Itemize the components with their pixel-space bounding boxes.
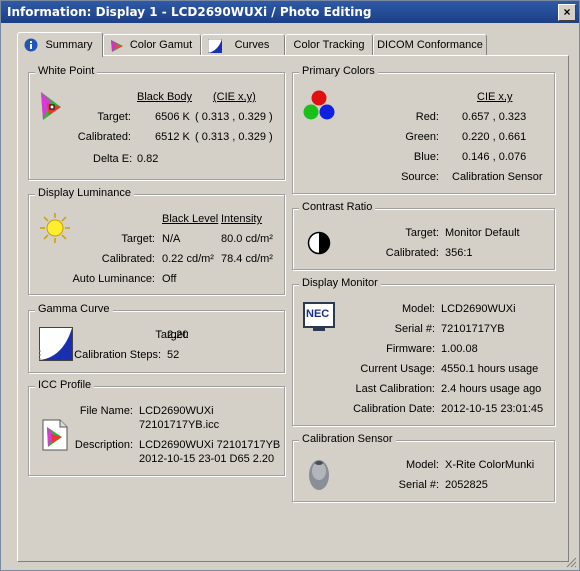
icc-file-name-line2: 72101717YB.icc	[139, 419, 220, 431]
tab-color-tracking-label: Color Tracking	[293, 39, 365, 51]
close-button[interactable]: ×	[558, 4, 576, 21]
auto-luminance-value: Off	[162, 273, 177, 285]
tab-color-gamut-label: Color Gamut	[129, 39, 193, 51]
contrast-target-value: Monitor Default	[445, 227, 520, 239]
tab-dicom-conformance[interactable]: DICOM Conformance	[373, 34, 487, 56]
primary-red-value: 0.657 , 0.323	[462, 111, 527, 123]
contrast-ratio-group: Contrast Ratio	[292, 201, 555, 270]
calibration-steps-value: 52	[167, 349, 180, 361]
luminance-calibrated-label: Calibrated:	[101, 253, 155, 265]
luminance-col-intensity: Intensity	[221, 213, 262, 225]
luminance-target-label: Target:	[121, 233, 155, 245]
primaries-col-cie: CIE x,y	[477, 91, 513, 103]
tab-summary-label: Summary	[45, 39, 93, 51]
monitor-model-label: Model:	[401, 303, 435, 315]
display-monitor-legend: Display Monitor	[299, 277, 381, 289]
icc-file-name-line1: LCD2690WUXi	[139, 405, 214, 417]
luminance-col-black-level: Black Level	[162, 213, 219, 225]
white-point-delta-label: Delta E:	[93, 153, 133, 165]
monitor-serial-value: 72101717YB	[441, 323, 505, 335]
luminance-target-black: N/A	[162, 233, 181, 245]
contrast-calibrated-value: 356:1	[445, 247, 473, 259]
tab-color-gamut[interactable]: Color Gamut	[103, 34, 201, 56]
monitor-usage-label: Current Usage:	[360, 363, 435, 375]
icc-profile-legend: ICC Profile	[35, 379, 95, 391]
monitor-last-calibration-value: 2.4 hours usage ago	[441, 383, 542, 395]
monitor-calibration-date-value: 2012-10-15 23:01:45	[441, 403, 544, 415]
calibration-steps-label: Calibration Steps:	[74, 349, 161, 361]
tab-curves-label: Curves	[234, 39, 270, 51]
gamma-target-value: 2.20	[167, 329, 189, 341]
white-point-calibrated-label: Calibrated:	[77, 131, 131, 143]
white-point-target-cie: ( 0.313 , 0.329 )	[195, 111, 273, 123]
monitor-calibration-date-label: Calibration Date:	[353, 403, 435, 415]
white-point-calibrated-cie: ( 0.313 , 0.329 )	[195, 131, 273, 143]
sensor-serial-label: Serial #:	[398, 479, 439, 491]
monitor-firmware-value: 1.00.08	[441, 343, 478, 355]
tab-color-tracking[interactable]: Color Tracking	[285, 34, 373, 56]
primary-source-label: Source:	[401, 171, 439, 183]
icc-description-line1: LCD2690WUXi 72101717YB	[139, 439, 281, 451]
primary-red-label: Red:	[415, 111, 439, 123]
contrast-target-label: Target:	[405, 227, 439, 239]
title-bar[interactable]: Information: Display 1 - LCD2690WUXi / P…	[1, 1, 579, 23]
icc-description-line2: 2012-10-15 23-01 D65 2.20	[139, 453, 275, 465]
primary-blue-label: Blue:	[413, 151, 439, 163]
primary-green-value: 0.220 , 0.661	[462, 131, 527, 143]
white-point-col-cie: (CIE x,y)	[213, 91, 256, 103]
tab-curves[interactable]: Curves	[201, 34, 285, 56]
monitor-usage-value: 4550.1 hours usage	[441, 363, 539, 375]
nec-logo-text: NEC	[306, 308, 330, 320]
white-point-gamut-icon	[41, 92, 61, 120]
primary-source-value: Calibration Sensor	[452, 171, 543, 183]
monitor-stand-icon	[313, 328, 325, 331]
white-point-col-black-body: Black Body	[137, 91, 193, 103]
white-point-calibrated-value: 6512 K	[155, 131, 190, 143]
calibration-sensor-group: Calibration Sensor	[292, 433, 555, 502]
display-luminance-legend: Display Luminance	[35, 187, 134, 199]
icc-description-label: Description:	[74, 439, 133, 451]
colorimeter-sensor-icon	[309, 460, 329, 490]
white-point-delta-value: 0.82	[137, 153, 159, 165]
sun-icon	[40, 213, 70, 243]
window-title: Information: Display 1 - LCD2690WUXi / P…	[7, 5, 372, 19]
luminance-calibrated-black: 0.22 cd/m²	[162, 253, 214, 265]
resize-grip-icon[interactable]	[565, 556, 577, 568]
contrast-ratio-legend: Contrast Ratio	[299, 201, 376, 213]
tab-dicom-label: DICOM Conformance	[377, 39, 483, 51]
auto-luminance-label: Auto Luminance:	[72, 273, 155, 285]
contrast-icon	[307, 231, 331, 255]
gamma-curve-legend: Gamma Curve	[35, 303, 113, 315]
sensor-model-label: Model:	[405, 459, 439, 471]
luminance-calibrated-intensity: 78.4 cd/m²	[221, 253, 273, 265]
rgb-primaries-icon	[303, 90, 335, 120]
monitor-last-calibration-label: Last Calibration:	[355, 383, 436, 395]
white-point-target-value: 6506 K	[155, 111, 190, 123]
primary-blue-value: 0.146 , 0.076	[462, 151, 527, 163]
white-point-legend: White Point	[35, 65, 98, 77]
information-window: Information: Display 1 - LCD2690WUXi / P…	[0, 0, 580, 571]
luminance-target-intensity: 80.0 cd/m²	[221, 233, 273, 245]
sensor-serial-value: 2052825	[445, 479, 488, 491]
primary-colors-legend: Primary Colors	[299, 65, 378, 77]
sensor-model-value: X-Rite ColorMunki	[445, 459, 535, 471]
white-point-target-label: Target:	[97, 111, 131, 123]
monitor-firmware-label: Firmware:	[386, 343, 435, 355]
monitor-serial-label: Serial #:	[394, 323, 435, 335]
contrast-calibrated-label: Calibrated:	[385, 247, 439, 259]
monitor-model-value: LCD2690WUXi	[441, 303, 516, 315]
icc-file-name-label: File Name:	[79, 405, 133, 417]
primary-green-label: Green:	[405, 131, 439, 143]
calibration-sensor-legend: Calibration Sensor	[299, 433, 396, 445]
tab-summary[interactable]: Summary	[17, 32, 103, 57]
